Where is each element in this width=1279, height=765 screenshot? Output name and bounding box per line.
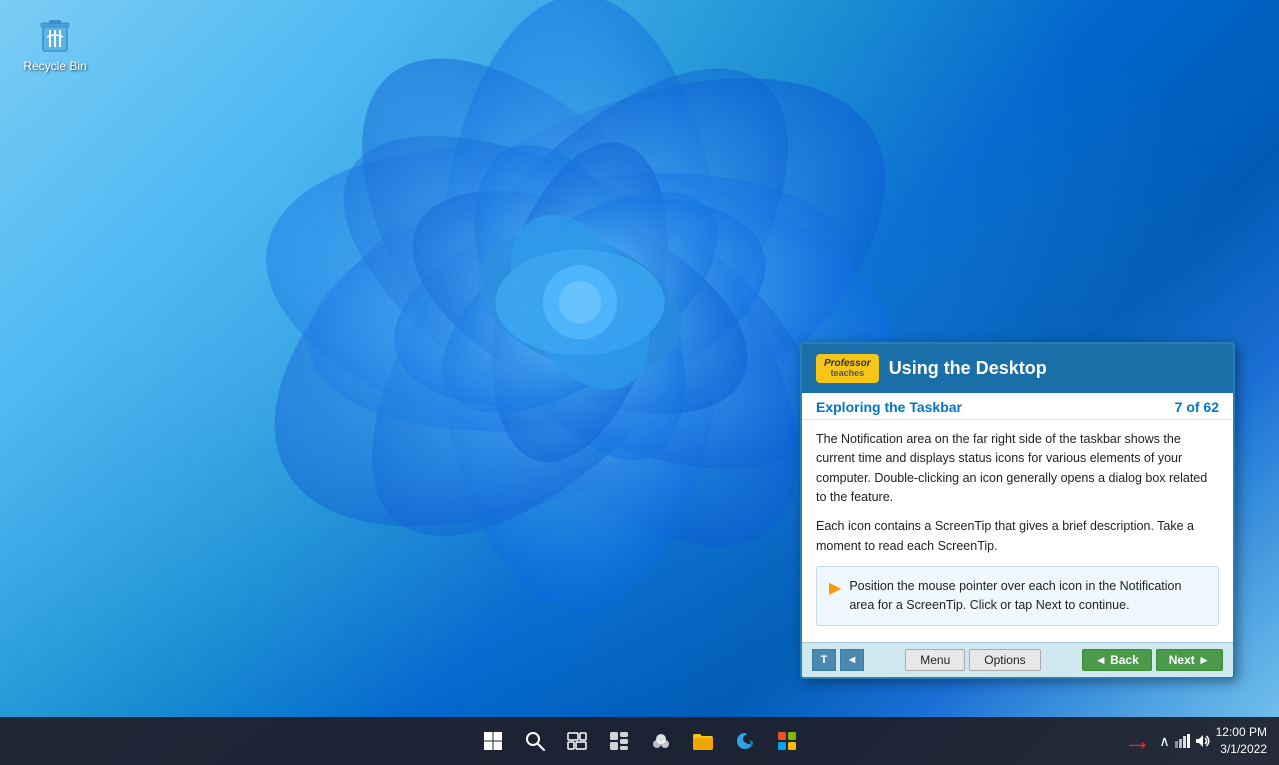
- body-paragraph-2: Each icon contains a ScreenTip that give…: [816, 517, 1219, 556]
- audio-toggle-button[interactable]: ◄: [840, 649, 864, 671]
- start-icon: [483, 731, 503, 751]
- system-clock[interactable]: 12:00 PM 3/1/2022: [1216, 724, 1267, 758]
- panel-toolbar: T ◄ Menu Options ◄ Back Next ►: [802, 642, 1233, 677]
- file-explorer-icon: [692, 731, 714, 751]
- edge-button[interactable]: [727, 723, 763, 759]
- text-size-button[interactable]: T: [812, 649, 836, 671]
- panel-title: Using the Desktop: [889, 358, 1047, 379]
- chat-button[interactable]: [643, 723, 679, 759]
- panel-header: Professor teaches Using the Desktop: [802, 344, 1233, 393]
- widgets-button[interactable]: [601, 723, 637, 759]
- chat-icon: [650, 730, 672, 752]
- panel-subtitle-row: Exploring the Taskbar 7 of 62: [802, 393, 1233, 420]
- desktop: Recycle Bin Professor teaches Using the …: [0, 0, 1279, 765]
- instruction-arrow-icon: ▶: [829, 578, 841, 598]
- professor-logo: Professor teaches: [816, 354, 879, 383]
- notification-arrow-indicator: →: [1123, 725, 1151, 757]
- tray-chevron-icon[interactable]: ∧: [1159, 733, 1169, 750]
- toolbar-left: T ◄: [812, 649, 864, 671]
- panel-counter: 7 of 62: [1175, 399, 1219, 415]
- search-icon: [525, 731, 545, 751]
- options-button[interactable]: Options: [969, 649, 1040, 671]
- toolbar-right: ◄ Back Next ►: [1082, 649, 1223, 671]
- next-button[interactable]: Next ►: [1156, 649, 1223, 671]
- search-button[interactable]: [517, 723, 553, 759]
- body-paragraph-1: The Notification area on the far right s…: [816, 430, 1219, 508]
- panel-body: The Notification area on the far right s…: [802, 420, 1233, 642]
- recycle-bin-icon[interactable]: Recycle Bin: [20, 15, 90, 73]
- store-icon: [776, 730, 798, 752]
- toolbar-center: Menu Options: [905, 649, 1040, 671]
- file-explorer-button[interactable]: [685, 723, 721, 759]
- logo-teaches: teaches: [831, 369, 865, 379]
- edge-icon: [734, 730, 756, 752]
- recycle-bin-graphic: [35, 15, 75, 55]
- clock-time: 12:00 PM: [1216, 724, 1267, 741]
- task-view-button[interactable]: [559, 723, 595, 759]
- tray-icons: ∧: [1159, 733, 1209, 750]
- speaker-icon[interactable]: [1194, 733, 1210, 749]
- widgets-icon: [609, 731, 629, 751]
- store-button[interactable]: [769, 723, 805, 759]
- panel-subtitle: Exploring the Taskbar: [816, 399, 962, 415]
- menu-button[interactable]: Menu: [905, 649, 965, 671]
- instruction-text: Position the mouse pointer over each ico…: [849, 577, 1206, 615]
- instruction-box: ▶ Position the mouse pointer over each i…: [816, 566, 1219, 626]
- network-icon[interactable]: [1174, 733, 1190, 749]
- tutorial-panel: Professor teaches Using the Desktop Expl…: [800, 342, 1235, 679]
- taskbar-right: → ∧: [1123, 724, 1267, 758]
- recycle-bin-label: Recycle Bin: [23, 59, 86, 73]
- back-button[interactable]: ◄ Back: [1082, 649, 1152, 671]
- taskbar-center: [475, 723, 805, 759]
- task-view-icon: [567, 731, 587, 751]
- clock-date: 3/1/2022: [1216, 741, 1267, 758]
- taskbar: → ∧: [0, 717, 1279, 765]
- start-button[interactable]: [475, 723, 511, 759]
- system-tray: ∧ 12:00 PM: [1159, 724, 1267, 758]
